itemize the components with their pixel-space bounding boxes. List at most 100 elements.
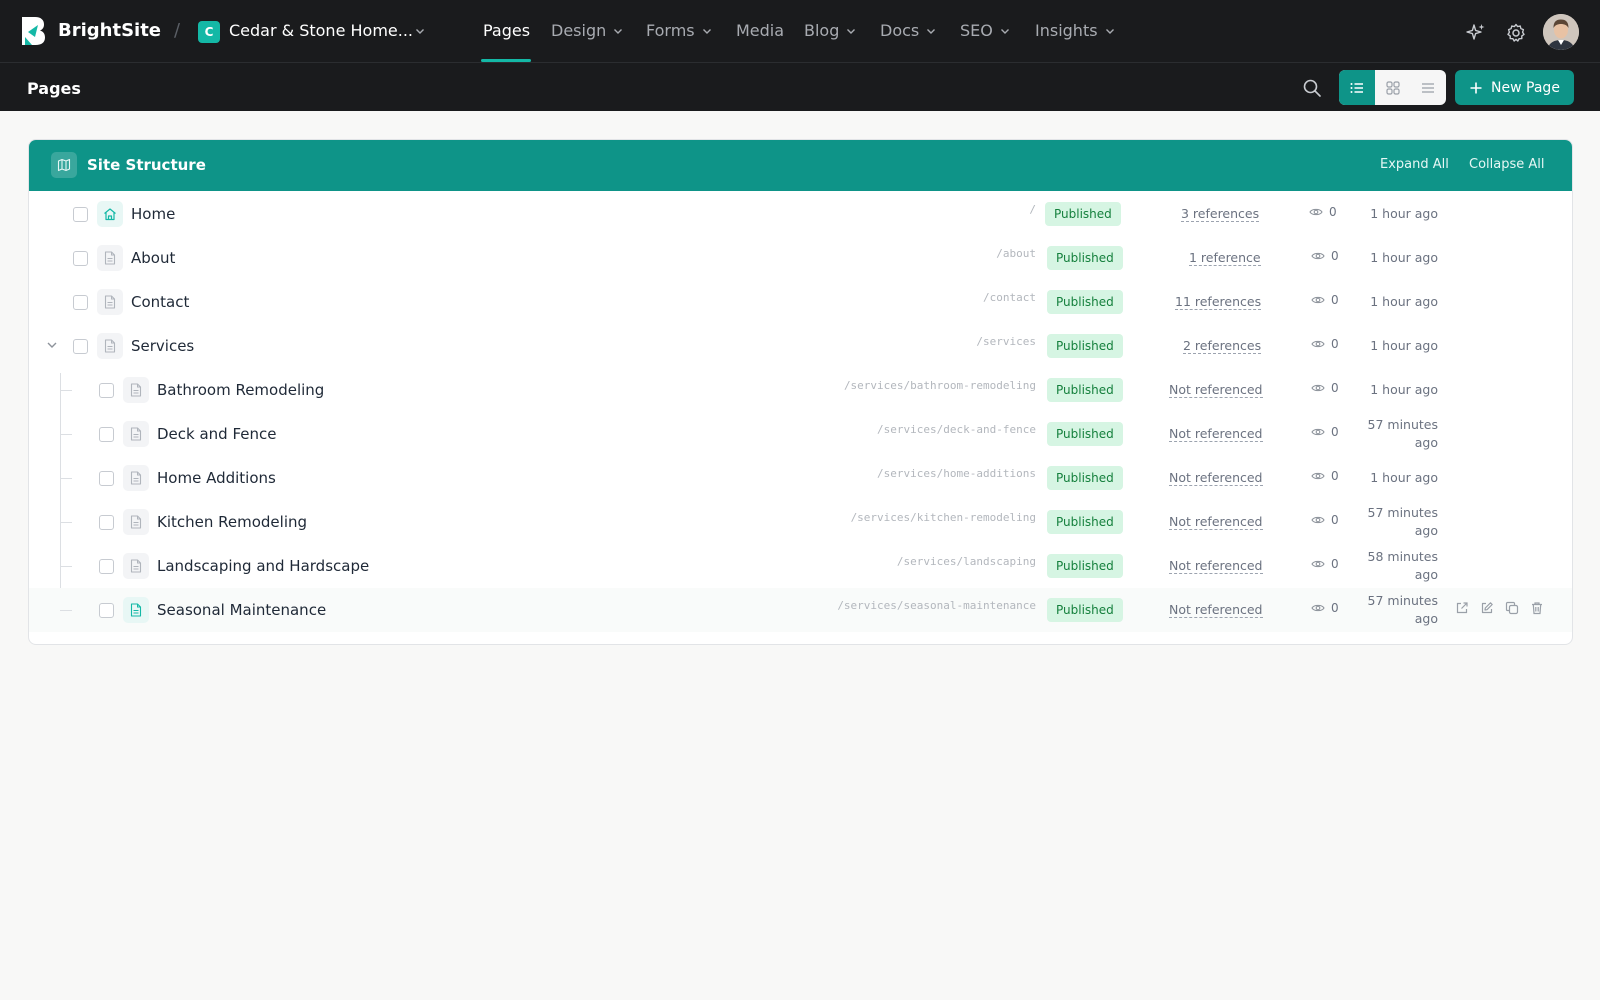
nav-blog[interactable]: Blog	[804, 21, 856, 40]
nav-pages[interactable]: Pages	[483, 21, 530, 40]
brightsite-logo[interactable]	[20, 15, 46, 47]
references-link[interactable]: Not referenced	[1169, 426, 1263, 442]
page-views: 0	[1311, 601, 1339, 615]
row-checkbox[interactable]	[73, 207, 88, 222]
nav-seo[interactable]: SEO	[960, 21, 1010, 40]
view-count: 0	[1331, 293, 1339, 307]
references-link[interactable]: 3 references	[1181, 206, 1260, 222]
compact-view-button[interactable]	[1410, 70, 1446, 105]
tree-row[interactable]: Landscaping and Hardscape/services/lands…	[29, 544, 1572, 588]
row-checkbox[interactable]	[99, 603, 114, 618]
page-name[interactable]: About	[131, 249, 175, 267]
new-page-button[interactable]: New Page	[1455, 70, 1574, 105]
tree-row[interactable]: Kitchen Remodeling/services/kitchen-remo…	[29, 500, 1572, 544]
brand-name[interactable]: BrightSite	[58, 20, 161, 41]
document-icon	[97, 245, 123, 271]
tree-row[interactable]: Seasonal Maintenance/services/seasonal-m…	[29, 588, 1572, 632]
last-updated-line: ago	[1414, 435, 1438, 450]
tree-row[interactable]: Services/services Published 2 references 0 1…	[29, 324, 1572, 368]
status-badge: Published	[1047, 598, 1123, 622]
references-link[interactable]: Not referenced	[1169, 470, 1263, 486]
last-updated: 1 hour ago	[1370, 206, 1438, 221]
chevron-down-icon[interactable]	[415, 26, 425, 36]
page-views: 0	[1311, 557, 1339, 571]
page-name[interactable]: Deck and Fence	[157, 425, 277, 443]
avatar[interactable]	[1543, 14, 1579, 50]
chevron-down-icon[interactable]	[46, 339, 58, 351]
nav-forms[interactable]: Forms	[646, 21, 712, 40]
references-link[interactable]: Not referenced	[1169, 514, 1263, 530]
last-updated-line: ago	[1414, 523, 1438, 538]
nav-design[interactable]: Design	[551, 21, 623, 40]
expand-all-button[interactable]: Expand All	[1380, 157, 1449, 172]
nav-design-label: Design	[551, 21, 607, 40]
tree-row[interactable]: Home Additions/services/home-additions Pu…	[29, 456, 1572, 500]
sparkles-icon[interactable]	[1465, 22, 1487, 44]
row-checkbox[interactable]	[73, 339, 88, 354]
page-name[interactable]: Bathroom Remodeling	[157, 381, 324, 399]
status-badge: Published	[1047, 334, 1123, 358]
page-name[interactable]: Services	[131, 337, 194, 355]
site-initial-badge[interactable]: C	[198, 21, 220, 43]
map-icon	[51, 152, 77, 178]
tree-row[interactable]: Bathroom Remodeling/services/bathroom-re…	[29, 368, 1572, 412]
page-path: /services/home-additions	[877, 467, 1036, 480]
last-updated-line: 57 minutes	[1367, 417, 1438, 432]
nav-insights[interactable]: Insights	[1035, 21, 1115, 40]
nav-forms-label: Forms	[646, 21, 695, 40]
eye-icon	[1311, 471, 1325, 481]
last-updated: 57 minutes ago	[1368, 592, 1438, 628]
references-link[interactable]: 1 reference	[1189, 250, 1261, 266]
references-link[interactable]: 2 references	[1183, 338, 1262, 354]
gear-icon[interactable]	[1505, 22, 1527, 44]
page-path: /services/landscaping	[896, 555, 1036, 568]
view-count: 0	[1329, 205, 1337, 219]
tree-row[interactable]: About/about Published 1 reference 0 1 hour a…	[29, 236, 1572, 280]
references-link[interactable]: Not referenced	[1169, 382, 1263, 398]
row-checkbox[interactable]	[73, 295, 88, 310]
grid-view-icon	[1385, 80, 1400, 95]
row-checkbox[interactable]	[99, 559, 114, 574]
page-name[interactable]: Kitchen Remodeling	[157, 513, 307, 531]
references-link[interactable]: 11 references	[1175, 294, 1262, 310]
page-name[interactable]: Landscaping and Hardscape	[157, 557, 369, 575]
row-checkbox[interactable]	[99, 383, 114, 398]
list-view-button[interactable]	[1339, 70, 1375, 105]
page-name[interactable]: Home Additions	[157, 469, 276, 487]
page-path: /services/bathroom-remodeling	[843, 379, 1036, 392]
row-checkbox[interactable]	[99, 515, 114, 530]
tree-branch-line	[60, 434, 72, 435]
references-link[interactable]: Not referenced	[1169, 558, 1263, 574]
page-name[interactable]: Seasonal Maintenance	[157, 601, 326, 619]
document-icon	[123, 509, 149, 535]
trash-icon[interactable]	[1530, 601, 1544, 615]
row-checkbox[interactable]	[99, 471, 114, 486]
page-views: 0	[1311, 381, 1339, 395]
row-checkbox[interactable]	[99, 427, 114, 442]
collapse-all-button[interactable]: Collapse All	[1469, 157, 1545, 172]
nav-media[interactable]: Media	[736, 21, 784, 40]
grid-view-button[interactable]	[1375, 70, 1411, 105]
page-name[interactable]: Home	[131, 205, 175, 223]
site-structure-card: Site Structure Expand All Collapse All H…	[28, 139, 1573, 645]
row-checkbox[interactable]	[73, 251, 88, 266]
chevron-down-icon	[614, 28, 623, 34]
nav-docs[interactable]: Docs	[880, 21, 936, 40]
site-structure-header: Site Structure Expand All Collapse All	[29, 140, 1572, 191]
last-updated: 1 hour ago	[1370, 250, 1438, 265]
tree-row[interactable]: Contact/contact Published 11 references 0 1 …	[29, 280, 1572, 324]
site-switcher[interactable]: Cedar & Stone Home...	[229, 21, 413, 40]
edit-icon[interactable]	[1480, 601, 1494, 615]
page-name[interactable]: Contact	[131, 293, 189, 311]
status-badge: Published	[1047, 378, 1123, 402]
references-link[interactable]: Not referenced	[1169, 602, 1263, 618]
search-icon[interactable]	[1302, 78, 1322, 98]
open-external-icon[interactable]	[1455, 601, 1469, 615]
tree-row[interactable]: Home / Published 3 references 0 1 hour ago	[29, 192, 1572, 236]
document-icon	[97, 289, 123, 315]
nav-docs-label: Docs	[880, 21, 920, 40]
tree-row[interactable]: Deck and Fence/services/deck-and-fence Pu…	[29, 412, 1572, 456]
duplicate-icon[interactable]	[1505, 601, 1519, 615]
page-path: /	[1029, 203, 1036, 216]
page-path: /services/seasonal-maintenance	[837, 599, 1036, 612]
